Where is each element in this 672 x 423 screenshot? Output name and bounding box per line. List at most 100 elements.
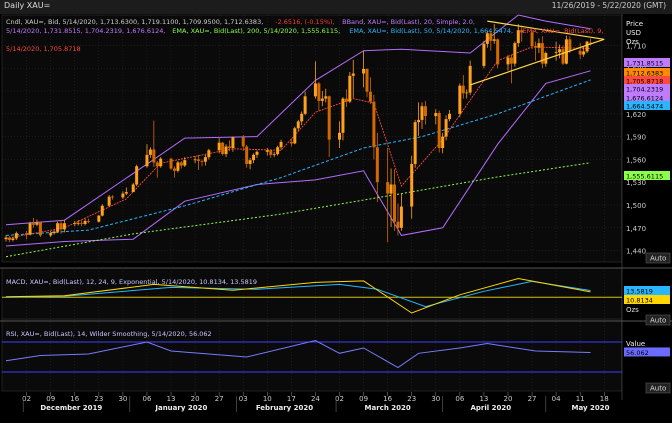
candle-body (252, 154, 256, 161)
y-tick-label: 1,470 (626, 225, 646, 233)
price-panel[interactable] (1, 14, 623, 263)
auto-scale-label: Auto (650, 385, 666, 393)
x-tick-label: 30 (431, 395, 440, 403)
x-tick-label: 03 (239, 395, 248, 403)
candle-body (396, 221, 400, 228)
candle-body (437, 113, 441, 148)
candle-body (49, 233, 53, 236)
x-tick-label: 27 (528, 395, 537, 403)
candle-body (52, 231, 56, 234)
candle-body (276, 147, 280, 155)
x-tick-label: 23 (94, 395, 103, 403)
candle-body (506, 57, 510, 65)
x-tick-label: 18 (600, 395, 609, 403)
auto-scale-label: Auto (650, 317, 666, 325)
candle-body (324, 96, 328, 99)
candle-body (279, 141, 283, 148)
x-tick-label: 02 (22, 395, 31, 403)
x-month-label: May 2020 (572, 404, 610, 412)
candle-body (413, 122, 417, 164)
candle-body (561, 49, 565, 64)
y-tick-label: 1,440 (626, 248, 646, 256)
candle-body (248, 160, 252, 164)
candle-body (420, 106, 424, 120)
candle-body (513, 43, 517, 64)
x-tick-label: 10 (263, 395, 272, 403)
candle-body (203, 157, 207, 162)
candle-body (265, 150, 269, 152)
candle-body (448, 113, 452, 120)
x-tick-label: 16 (383, 395, 392, 403)
candle-body (76, 223, 80, 225)
candle-body (11, 238, 15, 240)
candle-body (348, 75, 352, 102)
candle-body (59, 223, 63, 230)
candle-body (389, 184, 393, 194)
candle-body (56, 223, 60, 232)
candle-body (362, 68, 366, 74)
candle-body (193, 159, 197, 161)
candle-body (179, 162, 183, 166)
y-tick-label: 1,590 (626, 134, 646, 142)
candle-body (121, 193, 125, 198)
candle-body (231, 137, 235, 148)
candle-body (351, 73, 355, 76)
price-badge-label: 1,731.8515 (626, 60, 663, 68)
candle-body (197, 159, 201, 161)
rsi-axis-label: Value (626, 340, 645, 348)
candle-body (269, 150, 273, 155)
candle-body (293, 128, 297, 144)
candle-body (100, 205, 104, 216)
candle-body (434, 113, 438, 117)
candle-body (341, 98, 345, 133)
candle-body (568, 39, 572, 51)
candle-body (62, 223, 66, 230)
rsi-badge-label: 56.062 (626, 349, 649, 357)
candle-body (14, 233, 18, 239)
price-legend-entry: EMA, XAU=, Bid(Last), 200, 5/14/2020, 1,… (172, 27, 340, 35)
candle-body (338, 132, 342, 140)
candle-body (152, 149, 156, 163)
candle-body (461, 85, 465, 94)
x-month-label: January 2020 (154, 404, 207, 412)
x-month-label: March 2020 (365, 404, 411, 412)
candle-body (509, 57, 513, 64)
x-tick-label: 13 (479, 395, 488, 403)
y-tick-label: 1,560 (626, 156, 646, 164)
candle-body (393, 184, 397, 222)
price-chart[interactable]: 02 09 16 23 30 06 13 20 27 03 10 17 24 02 09 16 23 30 06 13… (0, 0, 672, 423)
candle-body (145, 154, 149, 167)
candle-body (4, 237, 8, 240)
candle-body (172, 168, 176, 171)
candle-body (399, 206, 403, 228)
price-badge-label: 1,555.6115 (626, 173, 663, 181)
price-legend-entry: Cndl, XAU=, Bid, 5/14/2020, 1,713.6300, … (6, 18, 263, 26)
rsi-legend: RSI, XAU=, Bid(Last), 14, Wilder Smoothi… (6, 330, 212, 338)
axis-header: USD (626, 29, 641, 37)
candle-body (554, 52, 558, 54)
candle-body (417, 119, 421, 123)
macd-badge-label: 13.5819 (626, 288, 653, 296)
candle-body (83, 220, 87, 224)
x-tick-label: 24 (311, 395, 320, 403)
candle-body (516, 30, 520, 44)
price-legend-entry: BBand, XAU=, Bid(Last), 20, Simple, 2.0, (342, 18, 475, 26)
candle-body (124, 192, 128, 194)
candle-body (468, 65, 472, 93)
candle-body (224, 146, 228, 155)
x-tick-label: 02 (335, 395, 344, 403)
candle-body (107, 196, 111, 206)
candle-body (169, 158, 173, 169)
candle-body (458, 85, 462, 114)
candle-body (272, 154, 276, 155)
candle-body (289, 141, 293, 144)
candle-body (558, 49, 562, 53)
candle-body (533, 46, 537, 48)
macd-panel[interactable] (1, 267, 623, 322)
x-tick-label: 30 (118, 395, 127, 403)
x-tick-label: 16 (70, 395, 79, 403)
candle-body (386, 182, 390, 194)
x-month-label: April 2020 (470, 404, 511, 412)
candle-body (183, 160, 187, 166)
candle-body (344, 98, 348, 102)
